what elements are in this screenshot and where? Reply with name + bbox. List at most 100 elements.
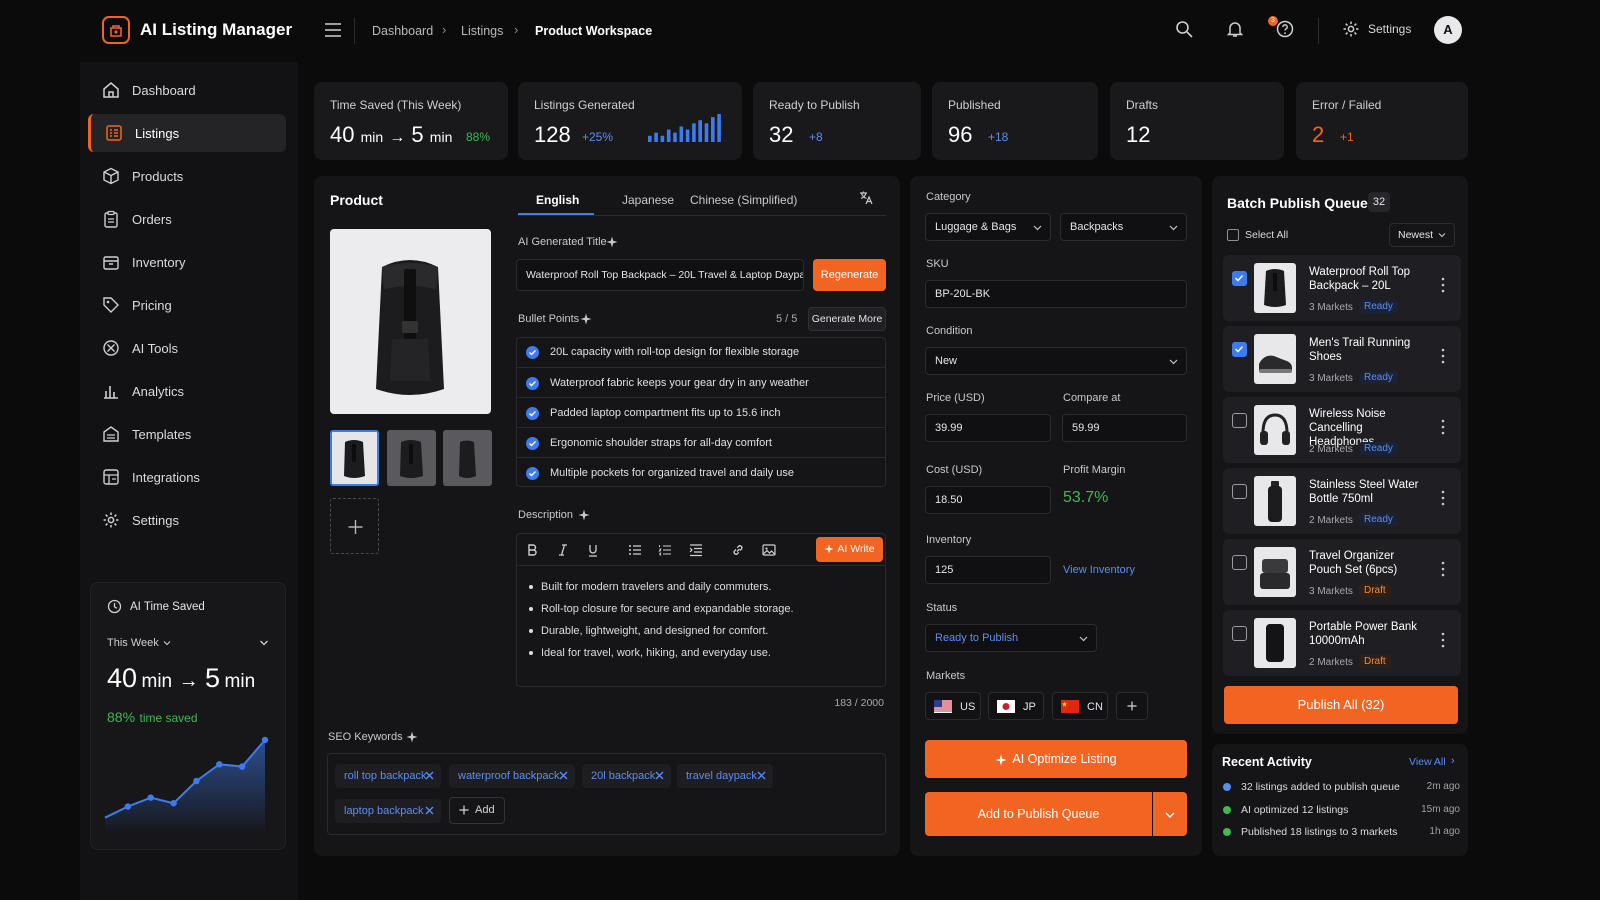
italic-icon[interactable] — [556, 543, 570, 557]
underline-icon[interactable] — [586, 543, 600, 557]
add-keyword-button[interactable]: Add — [449, 797, 505, 824]
cost-input[interactable]: 18.50 — [925, 486, 1051, 514]
item-checkbox[interactable] — [1232, 484, 1247, 499]
market-jp[interactable]: JP — [988, 692, 1044, 720]
item-checkbox[interactable] — [1232, 555, 1247, 570]
tab-english[interactable]: English — [536, 193, 579, 207]
sidebar-item-inventory[interactable]: Inventory — [88, 243, 286, 281]
product-thumbnail[interactable] — [330, 430, 379, 486]
drag-handle-icon[interactable] — [1439, 419, 1447, 435]
queue-item-title: Men's Trail Running Shoes — [1309, 337, 1411, 363]
sidebar-item-analytics[interactable]: Analytics — [88, 372, 286, 410]
translate-icon[interactable] — [858, 190, 873, 205]
numbered-list-icon[interactable] — [658, 543, 672, 557]
breadcrumb-dashboard[interactable]: Dashboard — [372, 24, 433, 38]
drag-handle-icon[interactable] — [1439, 348, 1447, 364]
sidebar-item-listings[interactable]: Listings — [88, 114, 286, 152]
drag-handle-icon[interactable] — [1439, 561, 1447, 577]
bell-icon[interactable] — [1226, 20, 1246, 40]
view-inventory-link[interactable]: View Inventory — [1063, 564, 1135, 576]
settings-link[interactable]: Settings — [1368, 22, 1411, 36]
select-all-label[interactable]: Select All — [1245, 229, 1288, 241]
ai-optimize-button[interactable]: AI Optimize Listing — [925, 740, 1187, 778]
bullet-row[interactable]: 20L capacity with roll-top design for fl… — [516, 337, 886, 367]
drag-handle-icon[interactable] — [1439, 632, 1447, 648]
sidebar-item-settings[interactable]: Settings — [88, 501, 286, 539]
queue-options-dropdown[interactable] — [1153, 792, 1187, 836]
sort-select[interactable]: Newest — [1389, 223, 1455, 247]
compare-at-input[interactable]: 59.99 — [1062, 414, 1187, 442]
select-all-checkbox[interactable] — [1227, 229, 1239, 241]
keyword-chip[interactable]: waterproof backpack — [449, 764, 575, 788]
price-input[interactable]: 39.99 — [925, 414, 1051, 442]
queue-item[interactable]: Travel Organizer Pouch Set (6pcs) 3 Mark… — [1223, 539, 1461, 605]
product-thumbnail[interactable] — [443, 430, 492, 486]
add-image-button[interactable] — [330, 498, 379, 554]
bullet-row[interactable]: Padded laptop compartment fits up to 15.… — [516, 397, 886, 427]
sidebar-item-templates[interactable]: Templates — [88, 415, 286, 453]
queue-item[interactable]: Waterproof Roll Top Backpack – 20L 3 Mar… — [1223, 255, 1461, 321]
bullet-row[interactable]: Multiple pockets for organized travel an… — [516, 457, 886, 487]
search-icon[interactable] — [1175, 20, 1195, 40]
settings-gear-icon[interactable] — [1342, 20, 1362, 40]
queue-item[interactable]: Stainless Steel Water Bottle 750ml 2 Mar… — [1223, 468, 1461, 534]
activity-title: Recent Activity — [1222, 755, 1312, 769]
bold-icon[interactable] — [525, 543, 539, 557]
item-checkbox[interactable] — [1232, 626, 1247, 641]
breadcrumb-listings[interactable]: Listings — [461, 24, 503, 38]
publish-all-button[interactable]: Publish All (32) — [1224, 686, 1458, 724]
menu-icon[interactable] — [324, 22, 342, 38]
item-checkbox[interactable] — [1232, 342, 1247, 357]
bullet-row[interactable]: Ergonomic shoulder straps for all-day co… — [516, 427, 886, 457]
indent-icon[interactable] — [689, 543, 703, 557]
image-icon[interactable] — [762, 543, 776, 557]
sku-input[interactable]: BP-20L-BK — [925, 280, 1187, 308]
item-checkbox[interactable] — [1232, 413, 1247, 428]
avatar[interactable]: A — [1434, 16, 1462, 44]
sidebar-item-label: Templates — [132, 427, 192, 442]
ai-title-input[interactable]: Waterproof Roll Top Backpack – 20L Trave… — [516, 259, 804, 291]
subcategory-select[interactable]: Backpacks — [1060, 213, 1187, 241]
sidebar-item-ai-tools[interactable]: AI Tools — [88, 329, 286, 367]
link-icon[interactable] — [731, 543, 745, 557]
regenerate-button[interactable]: Regenerate — [813, 259, 886, 291]
ai-write-button[interactable]: AI Write — [816, 537, 883, 562]
sidebar-item-orders[interactable]: Orders — [88, 200, 286, 238]
product-thumbnail[interactable] — [387, 430, 436, 486]
bullet-list-icon[interactable] — [628, 543, 642, 557]
time-saved-trend-chart — [104, 736, 269, 831]
market-cn[interactable]: CN — [1052, 692, 1108, 720]
bullet-row[interactable]: Waterproof fabric keeps your gear dry in… — [516, 367, 886, 397]
keyword-chip[interactable]: laptop backpack — [335, 799, 441, 823]
tab-japanese[interactable]: Japanese — [622, 193, 674, 207]
category-select[interactable]: Luggage & Bags — [925, 213, 1051, 241]
drag-handle-icon[interactable] — [1439, 490, 1447, 506]
drag-handle-icon[interactable] — [1439, 277, 1447, 293]
view-all-link[interactable]: View All — [1409, 756, 1446, 768]
help-icon[interactable] — [1276, 20, 1296, 40]
keyword-chip[interactable]: roll top backpack — [335, 764, 441, 788]
sidebar-item-dashboard[interactable]: Dashboard — [88, 71, 286, 109]
queue-item[interactable]: Portable Power Bank 10000mAh 2 Markets D… — [1223, 610, 1461, 676]
queue-item[interactable]: Wireless Noise Cancelling Headphones 2 M… — [1223, 397, 1461, 463]
description-line: Durable, lightweight, and designed for c… — [541, 625, 769, 637]
tab-chinese-simplified[interactable]: Chinese (Simplified) — [690, 193, 797, 207]
collapse-chevron-icon[interactable] — [259, 638, 269, 648]
item-checkbox[interactable] — [1232, 271, 1247, 286]
product-main-image[interactable] — [330, 229, 491, 414]
sidebar-item-pricing[interactable]: Pricing — [88, 286, 286, 324]
keyword-chip[interactable]: travel daypack — [677, 764, 773, 788]
inventory-input[interactable]: 125 — [925, 556, 1051, 584]
sidebar-item-integrations[interactable]: Integrations — [88, 458, 286, 496]
add-market-button[interactable] — [1116, 692, 1148, 720]
market-us[interactable]: US — [925, 692, 981, 720]
queue-item[interactable]: Men's Trail Running Shoes 3 Markets Read… — [1223, 326, 1461, 392]
condition-select[interactable]: New — [925, 347, 1187, 375]
period-dropdown[interactable]: This Week — [107, 637, 159, 649]
add-to-publish-queue-button[interactable]: Add to Publish Queue — [925, 792, 1152, 836]
generate-more-button[interactable]: Generate More — [808, 307, 886, 331]
status-badge: Ready — [1359, 442, 1398, 455]
status-select[interactable]: Ready to Publish — [925, 624, 1097, 652]
keyword-chip[interactable]: 20l backpack — [582, 764, 671, 788]
sidebar-item-products[interactable]: Products — [88, 157, 286, 195]
